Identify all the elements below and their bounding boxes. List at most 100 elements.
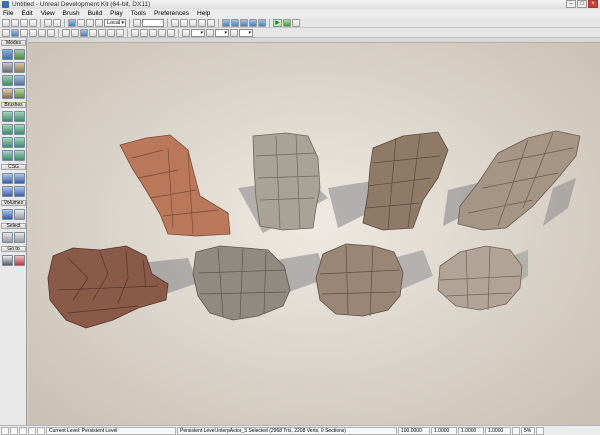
maximize-viewport-icon[interactable]	[2, 28, 10, 37]
menu-play[interactable]: Play	[110, 10, 123, 17]
cylinder-brush-icon[interactable]	[2, 124, 13, 135]
search-icon[interactable]	[133, 18, 141, 27]
new-icon[interactable]	[2, 18, 10, 27]
snap-grid-icon[interactable]	[182, 28, 190, 37]
curved-stair-brush-icon[interactable]	[14, 124, 25, 135]
status-toggle-icon[interactable]	[512, 426, 520, 435]
build-cover-icon[interactable]	[249, 18, 257, 27]
menu-help[interactable]: Help	[197, 10, 210, 17]
snap-scale-icon[interactable]	[230, 28, 238, 37]
show-flags-icon[interactable]	[149, 28, 157, 37]
menu-preferences[interactable]: Preferences	[154, 10, 189, 17]
menu-view[interactable]: View	[41, 10, 55, 17]
status-option-icon[interactable]	[536, 426, 544, 435]
camera-mode-icon[interactable]	[2, 49, 13, 60]
lock-icon[interactable]	[158, 28, 166, 37]
rotate-icon[interactable]	[77, 18, 85, 27]
perspective-viewport[interactable]	[28, 38, 600, 425]
unlit-icon[interactable]	[71, 28, 79, 37]
menu-build[interactable]: Build	[88, 10, 102, 17]
volume-options-icon[interactable]	[14, 209, 25, 220]
minimize-button[interactable]: –	[566, 0, 576, 8]
sphere-brush-icon[interactable]	[14, 150, 25, 161]
spiral-stair-brush-icon[interactable]	[14, 137, 25, 148]
lit-icon[interactable]	[80, 28, 88, 37]
foliage-mode-icon[interactable]	[14, 88, 25, 99]
go-to-builder-brush-icon[interactable]	[14, 255, 25, 266]
mesh-paint-mode-icon[interactable]	[14, 75, 25, 86]
menu-tools[interactable]: Tools	[131, 10, 146, 17]
matinee-icon[interactable]	[198, 18, 206, 27]
status-camera-icon[interactable]	[10, 426, 18, 435]
kismet-icon[interactable]	[189, 18, 197, 27]
menu-brush[interactable]: Brush	[63, 10, 80, 17]
build-all-icon[interactable]	[258, 18, 266, 27]
perspective-icon[interactable]	[20, 28, 28, 37]
rotation-snap-select[interactable]	[215, 28, 229, 37]
wireframe-icon[interactable]	[62, 28, 70, 37]
linear-stair-brush-icon[interactable]	[2, 137, 13, 148]
add-volume-icon[interactable]	[2, 209, 13, 220]
build-paths-icon[interactable]	[240, 18, 248, 27]
play-in-editor-icon[interactable]	[283, 18, 291, 27]
play-on-console-icon[interactable]	[292, 18, 300, 27]
go-to-actor-icon[interactable]	[2, 255, 13, 266]
geometry-mode-icon[interactable]	[14, 49, 25, 60]
build-geometry-icon[interactable]	[222, 18, 230, 27]
show-selected-icon[interactable]	[2, 232, 13, 243]
build-lighting-icon[interactable]	[231, 18, 239, 27]
texture-mode-icon[interactable]	[14, 62, 25, 73]
top-view-icon[interactable]	[29, 28, 37, 37]
scale-nonuniform-icon[interactable]	[95, 18, 103, 27]
hide-selected-icon[interactable]	[14, 232, 25, 243]
cube-brush-icon[interactable]	[2, 111, 13, 122]
maximize-button[interactable]: □	[577, 0, 587, 8]
csg-intersect-icon[interactable]	[2, 186, 13, 197]
status-level-icon[interactable]	[19, 426, 27, 435]
scale-z-value[interactable]: 1.0000	[485, 426, 511, 435]
sheet-brush-icon[interactable]	[2, 150, 13, 161]
terrain-mode-icon[interactable]	[2, 62, 13, 73]
content-browser-icon[interactable]	[171, 18, 179, 27]
menu-edit[interactable]: Edit	[21, 10, 32, 17]
translate-icon[interactable]	[68, 18, 76, 27]
front-view-icon[interactable]	[47, 28, 55, 37]
close-button[interactable]: ×	[588, 0, 598, 8]
grid-size-select[interactable]	[191, 28, 205, 37]
game-view-icon[interactable]	[131, 28, 139, 37]
play-icon[interactable]: ▶	[273, 18, 282, 27]
csg-deintersect-icon[interactable]	[14, 186, 25, 197]
scale-y-value[interactable]: 1.0000	[458, 426, 484, 435]
scale-snap-select[interactable]	[239, 28, 253, 37]
scale-icon[interactable]	[86, 18, 94, 27]
cone-brush-icon[interactable]	[14, 111, 25, 122]
drag-grid-value[interactable]: 100.0000	[398, 426, 430, 435]
status-lock-icon[interactable]	[1, 426, 9, 435]
snap-rotation-icon[interactable]	[206, 28, 214, 37]
redo-icon[interactable]	[53, 18, 61, 27]
side-view-icon[interactable]	[38, 28, 46, 37]
lighting-only-icon[interactable]	[89, 28, 97, 37]
shader-complexity-icon[interactable]	[116, 28, 124, 37]
status-grid-icon[interactable]	[28, 426, 36, 435]
grid-icon[interactable]	[167, 28, 175, 37]
open-icon[interactable]	[11, 18, 19, 27]
coordinate-space-select[interactable]: Local	[104, 18, 126, 27]
csg-add-icon[interactable]	[2, 173, 13, 184]
texture-density-icon[interactable]	[107, 28, 115, 37]
save-icon[interactable]	[20, 18, 28, 27]
light-complexity-icon[interactable]	[98, 28, 106, 37]
camera-speed-icon[interactable]	[140, 28, 148, 37]
search-input[interactable]	[142, 18, 164, 27]
status-snap-icon[interactable]	[37, 426, 45, 435]
realtime-icon[interactable]	[11, 28, 19, 37]
landscape-mode-icon[interactable]	[2, 88, 13, 99]
save-all-icon[interactable]	[29, 18, 37, 27]
csg-subtract-icon[interactable]	[14, 173, 25, 184]
properties-icon[interactable]	[207, 18, 215, 27]
undo-icon[interactable]	[44, 18, 52, 27]
generic-browser-icon[interactable]	[180, 18, 188, 27]
scale-x-value[interactable]: 1.0000	[431, 426, 457, 435]
paint-mode-icon[interactable]	[2, 75, 13, 86]
menu-file[interactable]: File	[3, 10, 13, 17]
